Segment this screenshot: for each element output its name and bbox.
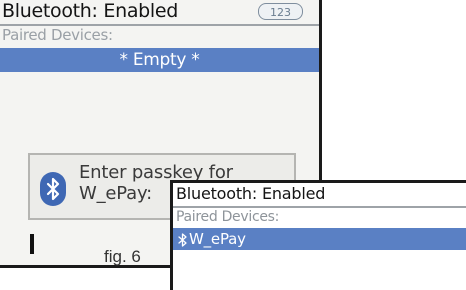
passkey-input-cursor[interactable] [30,234,34,254]
bluetooth-screen-front: Bluetooth: Enabled Paired Devices: W_ePa… [170,180,466,290]
title-divider [173,206,466,208]
paired-devices-label: Paired Devices: [176,209,280,225]
list-item-empty[interactable]: * Empty * [0,48,319,72]
list-item-device[interactable]: W_ePay [173,228,466,250]
screen-title: Bluetooth: Enabled [176,184,326,203]
input-mode-badge: 123 [258,3,303,20]
figure-caption: fig. 6 [104,247,141,266]
bluetooth-icon [40,172,66,206]
paired-devices-label: Paired Devices: [2,26,113,44]
device-name: W_ePay [189,230,246,248]
screen-title: Bluetooth: Enabled [2,0,179,22]
bluetooth-icon [178,232,187,251]
list-item-label: * Empty * [119,50,200,70]
